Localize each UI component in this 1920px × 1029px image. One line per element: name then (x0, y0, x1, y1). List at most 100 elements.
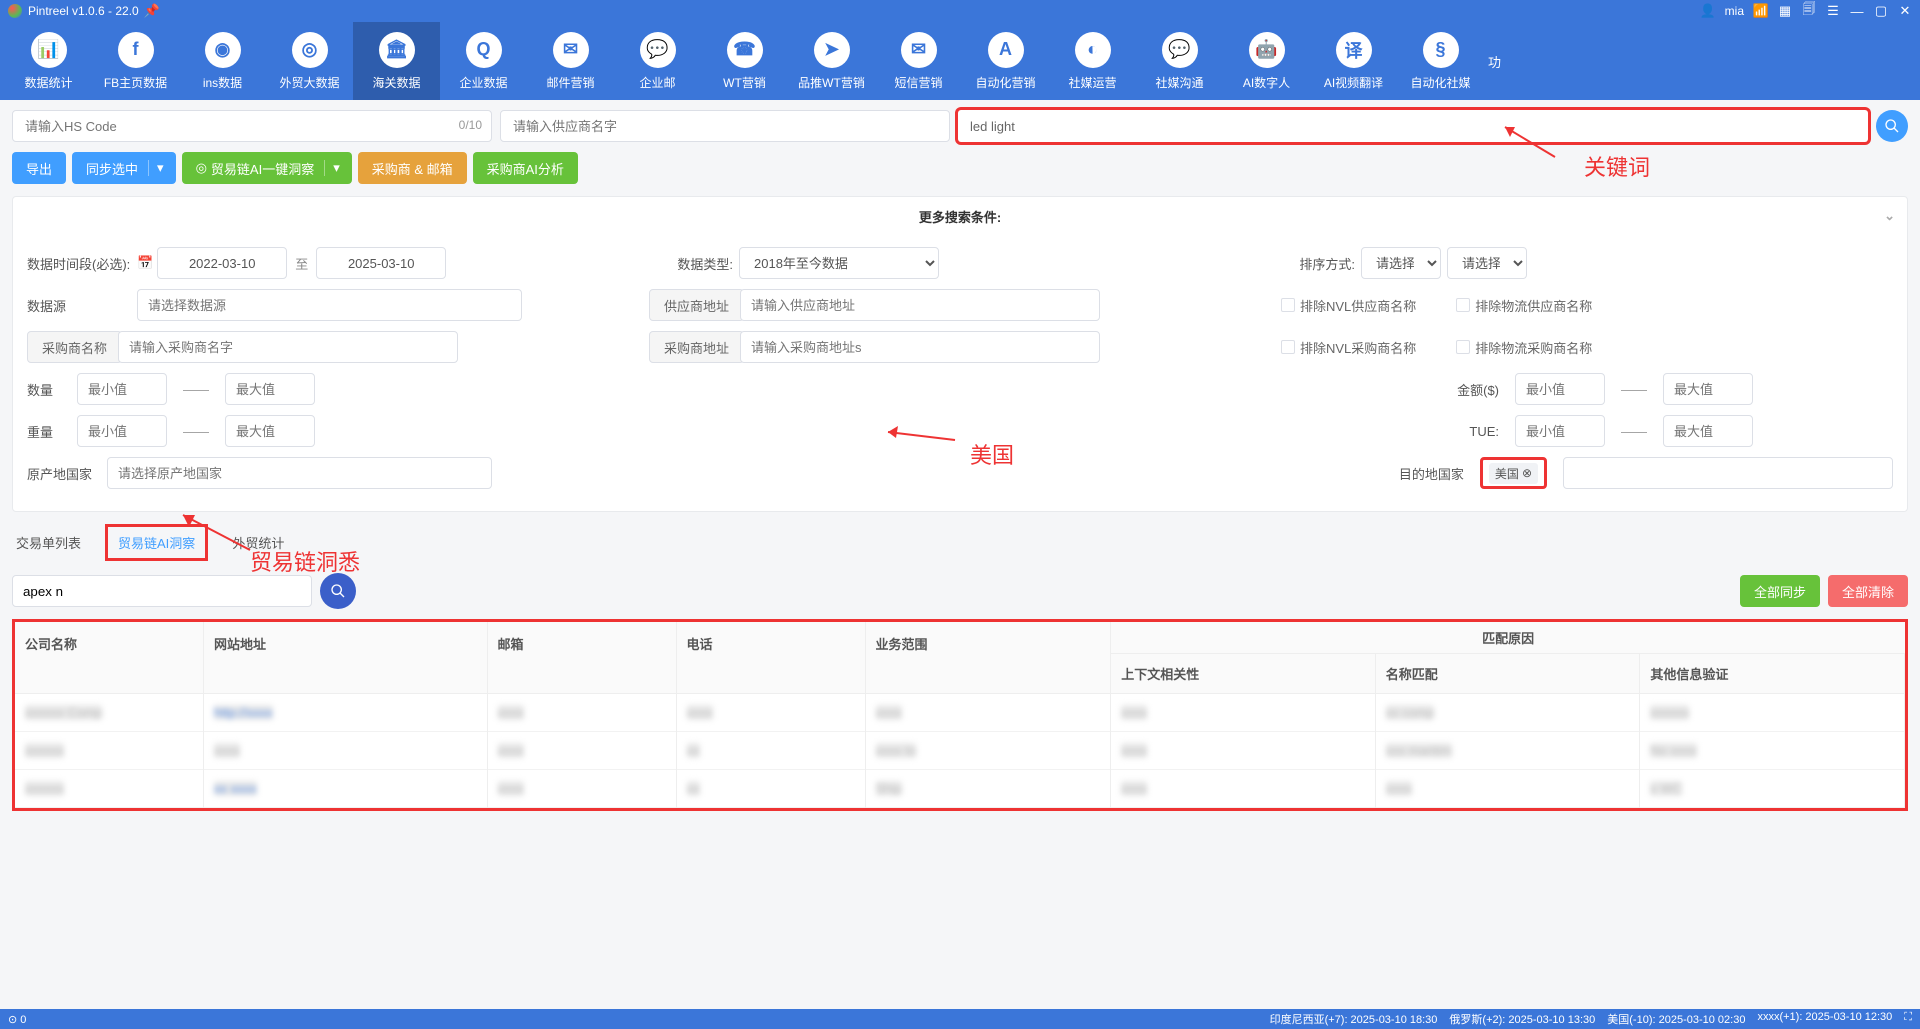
origin-select[interactable] (107, 457, 492, 489)
tab-ai-insight[interactable]: 贸易链AI洞察 (105, 524, 208, 561)
nav-item-10[interactable]: ✉短信营销 (875, 22, 962, 100)
maximize-icon[interactable]: ▢ (1874, 4, 1888, 18)
close-icon[interactable]: ✕ (1898, 4, 1912, 18)
nav-item-0[interactable]: 📊数据统计 (5, 22, 92, 100)
clear-all-button[interactable]: 全部清除 (1828, 575, 1908, 607)
buyer-mail-button[interactable]: 采购商 & 邮箱 (358, 152, 467, 184)
nav-item-3[interactable]: ◎外贸大数据 (266, 22, 353, 100)
chevron-down-icon[interactable]: ▾ (324, 160, 348, 176)
nav-item-15[interactable]: 译AI视频翻译 (1310, 22, 1397, 100)
hs-code-input[interactable] (12, 110, 492, 142)
supplier-input[interactable] (500, 110, 950, 142)
exclude-logistics-buyer-checkbox[interactable]: 排除物流采购商名称 (1456, 338, 1592, 357)
panel-title: 更多搜索条件: (919, 207, 1001, 226)
nav-item-4[interactable]: 🏛海关数据 (353, 22, 440, 100)
nav-item-2[interactable]: ◉ins数据 (179, 22, 266, 100)
minimize-icon[interactable]: — (1850, 4, 1864, 18)
dest-chip-usa[interactable]: 美国 ⊗ (1489, 463, 1538, 484)
buyer-ai-button[interactable]: 采购商AI分析 (473, 152, 578, 184)
query-search-button[interactable] (320, 573, 356, 609)
nav-item-11[interactable]: A自动化营销 (962, 22, 1049, 100)
th-scope: 业务范围 (866, 622, 1112, 693)
customs-icon: 🏛 (379, 32, 415, 68)
app-logo (8, 4, 22, 18)
result-table: 公司名称 网站地址 邮箱 电话 业务范围 匹配原因 上下文相关性 名称匹配 其他… (12, 619, 1908, 811)
nav-item-1[interactable]: fFB主页数据 (92, 22, 179, 100)
qty-min-input[interactable] (77, 373, 167, 405)
more-conditions-panel: 更多搜索条件: ⌄ 数据时间段(必选): 📅 至 数据类型: 2018年至今数据… (12, 196, 1908, 512)
dest-extra-input[interactable] (1563, 457, 1893, 489)
ai-insight-button[interactable]: ◎ 贸易链AI一键洞察▾ (182, 152, 352, 184)
sync-selected-button[interactable]: 同步选中▾ (72, 152, 176, 184)
export-button[interactable]: 导出 (12, 152, 66, 184)
tab-trade-stats[interactable]: 外贸统计 (228, 525, 288, 560)
status-expand-icon[interactable]: ⛶ (1904, 1011, 1912, 1027)
chevron-down-icon[interactable]: ▾ (148, 160, 172, 176)
amount-max-input[interactable] (1663, 373, 1753, 405)
rot-icon: § (1423, 32, 1459, 68)
tue-max-input[interactable] (1663, 415, 1753, 447)
search-button[interactable] (1876, 110, 1908, 142)
dest-select[interactable]: 美国 ⊗ (1480, 457, 1547, 489)
table-row[interactable]: xxxxxx xx xxxx xxxx xx Ship xxxx xxxx x … (15, 770, 1905, 808)
company-query-input[interactable] (12, 575, 312, 607)
app-title: Pintreel v1.0.6 - 22.0 (28, 4, 139, 18)
nav-item-7[interactable]: 💬企业邮 (614, 22, 701, 100)
sort-select-2[interactable]: 请选择 (1447, 247, 1527, 279)
data-type-select[interactable]: 2018年至今数据 (739, 247, 939, 279)
exclude-nvl-buyer-checkbox[interactable]: 排除NVL采购商名称 (1281, 338, 1416, 357)
refresh-icon: Q (466, 32, 502, 68)
table-row[interactable]: xxxxxx Comp http://xxxx xxxx xxxx xxxx x… (15, 694, 1905, 732)
sync-all-button[interactable]: 全部同步 (1740, 575, 1820, 607)
keyword-input[interactable] (958, 110, 1868, 142)
panel-header[interactable]: 更多搜索条件: ⌄ (13, 197, 1907, 235)
buyer-addr-input[interactable] (740, 331, 1100, 363)
tue-min-input[interactable] (1515, 415, 1605, 447)
menu-icon[interactable]: ☰ (1826, 4, 1840, 18)
buyer-addr-label[interactable]: 采购商地址 (649, 331, 744, 363)
buyer-name-input[interactable] (118, 331, 458, 363)
user-name: mia (1725, 4, 1744, 18)
weight-label: 重量 (27, 422, 67, 441)
weight-min-input[interactable] (77, 415, 167, 447)
qty-max-input[interactable] (225, 373, 315, 405)
sort-label: 排序方式: (1271, 254, 1361, 273)
globe-icon: ◎ (292, 32, 328, 68)
nav-item-16[interactable]: §自动化社媒 (1397, 22, 1484, 100)
nav-item-12[interactable]: ◐社媒运营 (1049, 22, 1136, 100)
buyer-name-label[interactable]: 采购商名称 (27, 331, 122, 363)
qty-label: 数量 (27, 380, 67, 399)
pin-icon[interactable]: 📌 (145, 4, 159, 18)
supplier-addr-input[interactable] (740, 289, 1100, 321)
nav-item-9[interactable]: ➤品推WT营销 (788, 22, 875, 100)
date-to-input[interactable] (316, 247, 446, 279)
nav-item-6[interactable]: ✉邮件营销 (527, 22, 614, 100)
tue-label: TUE: (1445, 424, 1505, 439)
supplier-addr-label[interactable]: 供应商地址 (649, 289, 744, 321)
doc-icon[interactable]: 🗐 (1802, 4, 1816, 18)
date-range-label: 数据时间段(必选): (27, 254, 137, 273)
signal-icon: 📶 (1754, 4, 1768, 18)
date-from-input[interactable] (157, 247, 287, 279)
amount-label: 金额($) (1445, 380, 1505, 399)
source-select[interactable] (137, 289, 522, 321)
nav-item-8[interactable]: ☎WT营销 (701, 22, 788, 100)
th-name-match: 名称匹配 (1376, 654, 1641, 693)
table-row[interactable]: xxxxxx xxxx xxxx xx xxxx to xxxx xxx mar… (15, 732, 1905, 770)
grid-icon[interactable]: ▦ (1778, 4, 1792, 18)
amount-min-input[interactable] (1515, 373, 1605, 405)
data-type-label: 数据类型: (649, 254, 739, 273)
chevron-down-icon: ⌄ (1884, 208, 1895, 224)
sort-select-1[interactable]: 请选择 (1361, 247, 1441, 279)
chat-icon: 💬 (640, 32, 676, 68)
nav-overflow[interactable]: 功 (1484, 52, 1505, 71)
translate-icon: 译 (1336, 32, 1372, 68)
exclude-nvl-supplier-checkbox[interactable]: 排除NVL供应商名称 (1281, 296, 1416, 315)
weight-max-input[interactable] (225, 415, 315, 447)
nav-item-13[interactable]: 💬社媒沟通 (1136, 22, 1223, 100)
nav-item-5[interactable]: Q企业数据 (440, 22, 527, 100)
tab-trade-list[interactable]: 交易单列表 (12, 525, 85, 560)
nav-item-14[interactable]: 🤖AI数字人 (1223, 22, 1310, 100)
exclude-logistics-supplier-checkbox[interactable]: 排除物流供应商名称 (1456, 296, 1592, 315)
dest-label: 目的地国家 (1390, 464, 1470, 483)
